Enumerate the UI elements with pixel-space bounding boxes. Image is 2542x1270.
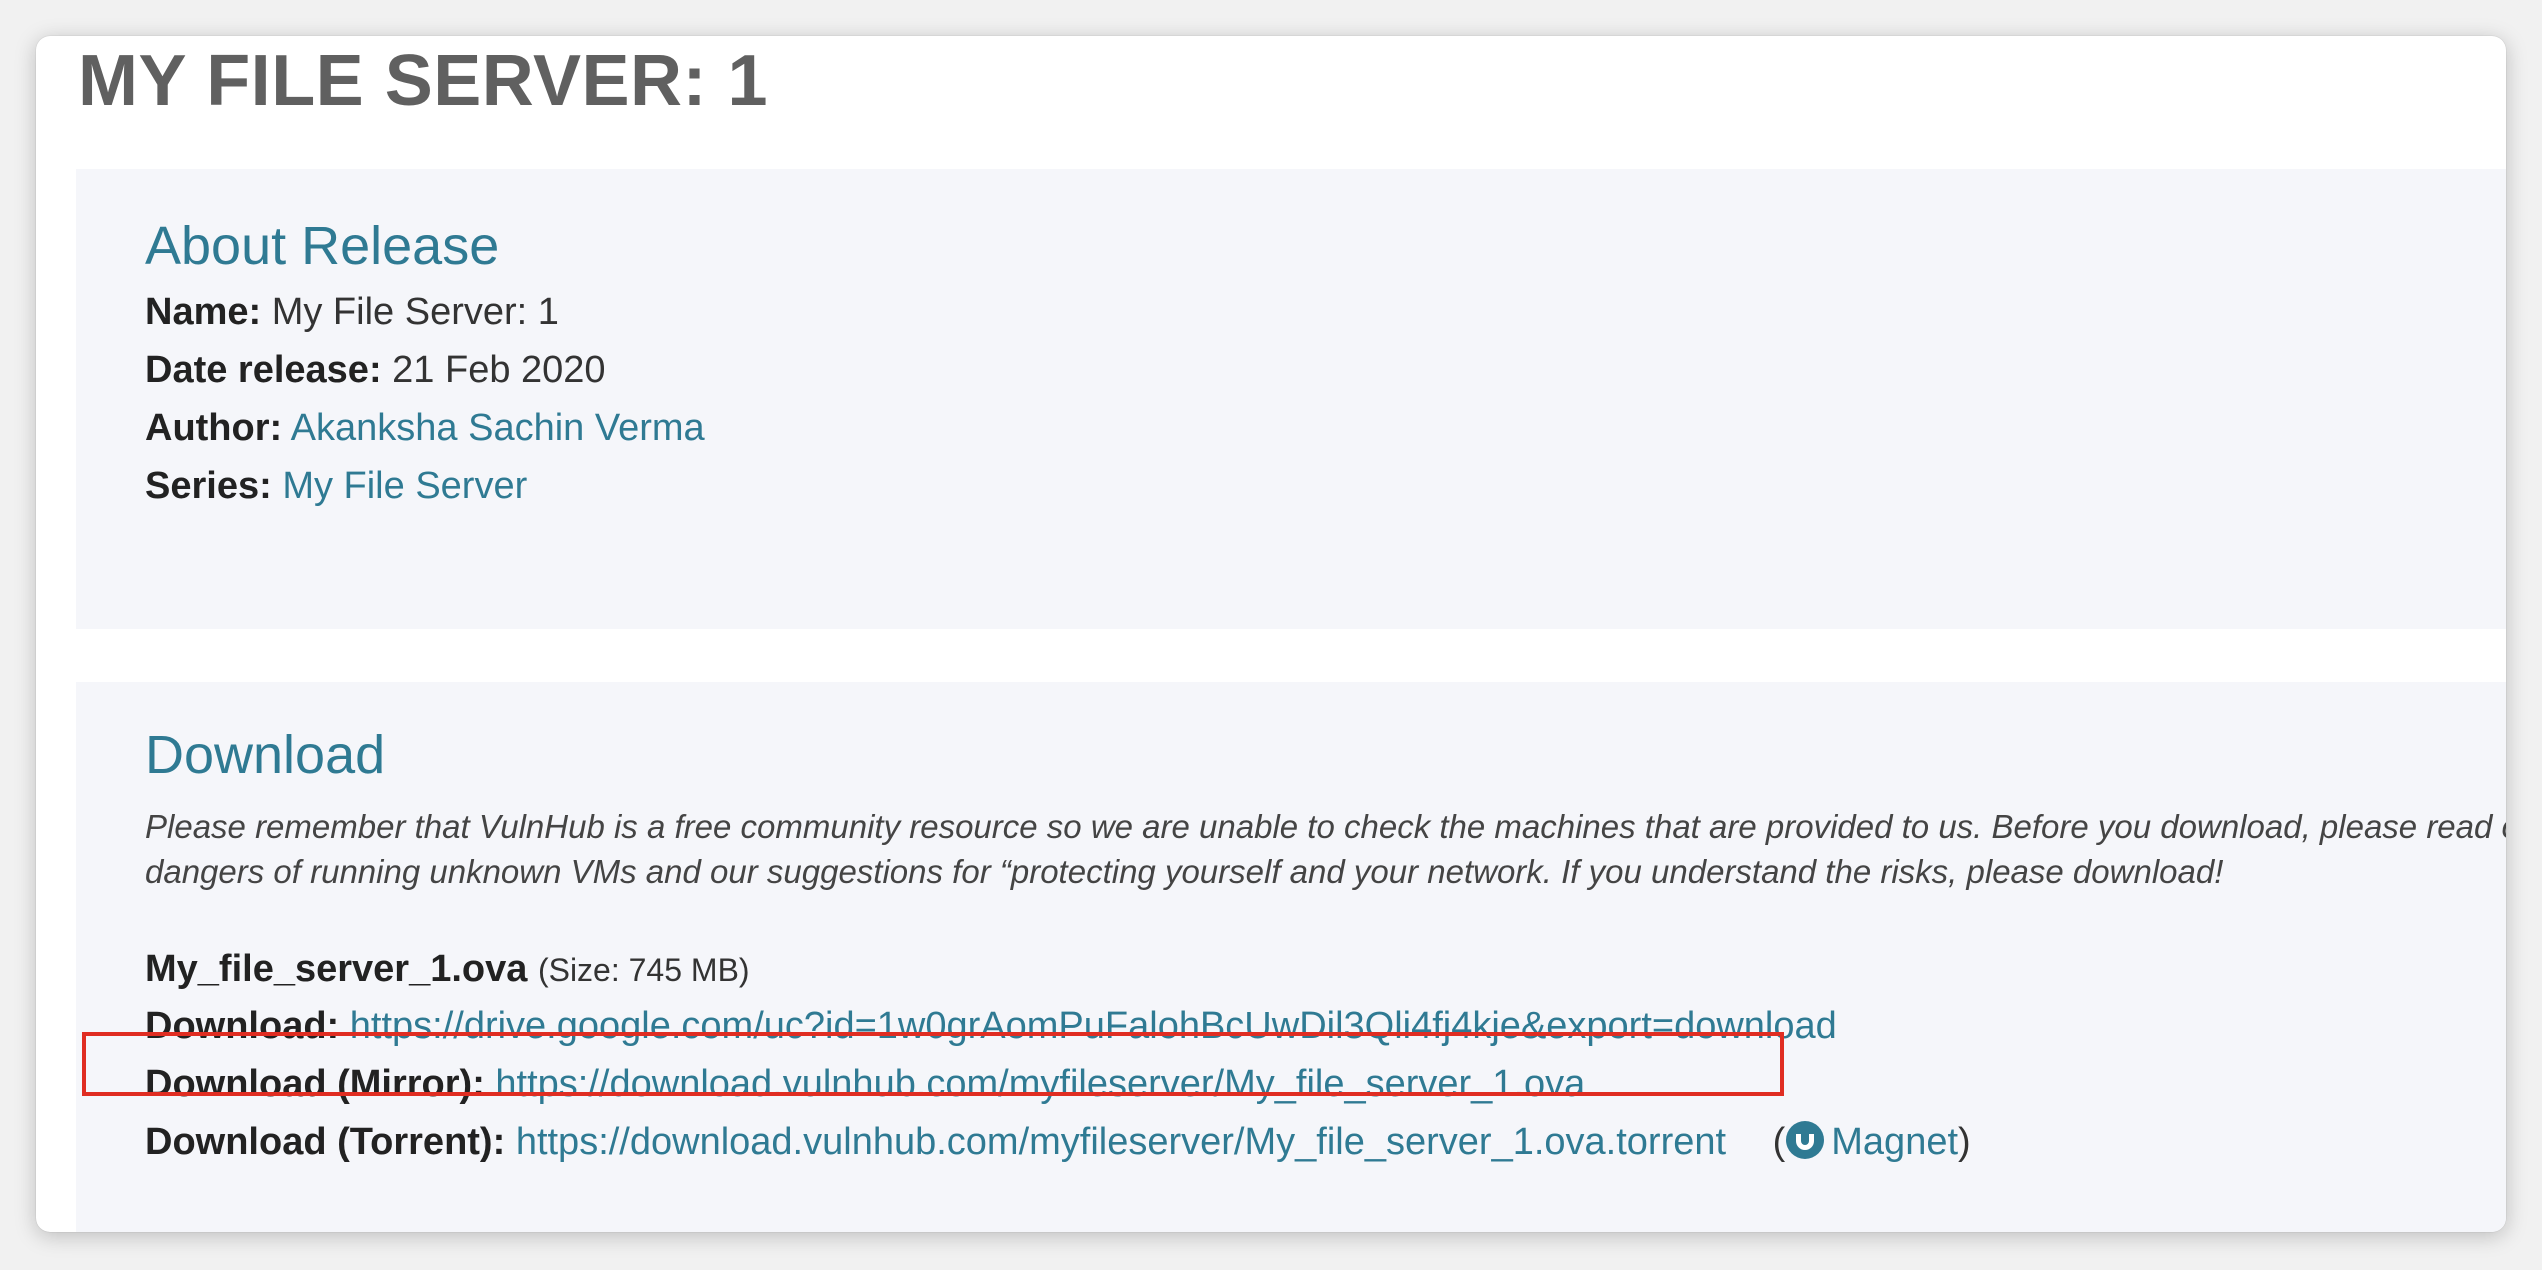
colon: : <box>269 407 283 449</box>
mirror-label: Download (Mirror) <box>145 1063 473 1105</box>
magnet-link[interactable]: Magnet <box>1785 1121 1958 1163</box>
download-notice: Please remember that VulnHub is a free c… <box>145 804 2506 894</box>
colon: : <box>492 1121 506 1163</box>
about-release-panel: About Release Name: My File Server: 1 Da… <box>76 169 2506 629</box>
release-date-row: Date release: 21 Feb 2020 <box>145 345 606 395</box>
colon: : <box>326 1005 340 1047</box>
author-label: Author <box>145 407 270 449</box>
colon: : <box>472 1063 485 1105</box>
series-row: Series: My File Server <box>145 461 527 511</box>
release-date-label: Date release <box>145 349 369 391</box>
download-link[interactable]: https://drive.google.com/uc?id=1w0grAomP… <box>350 1005 1837 1047</box>
download-notice-line-2: dangers of running unknown VMs and our s… <box>145 853 2224 890</box>
download-label: Download <box>145 1005 327 1047</box>
magnet-close-paren: ) <box>1958 1121 1971 1163</box>
magnet-icon <box>1785 1120 1825 1173</box>
release-date-value: 21 Feb 2020 <box>392 349 606 391</box>
file-name: My_file_server_1.ova <box>145 948 528 990</box>
download-notice-line-1: Please remember that VulnHub is a free c… <box>145 808 2506 845</box>
file-info-row: My_file_server_1.ova (Size: 745 MB) <box>145 944 750 995</box>
magnet-label: Magnet <box>1831 1121 1959 1163</box>
author-link[interactable]: Akanksha Sachin Verma <box>291 407 705 449</box>
page-title: MY FILE SERVER: 1 <box>78 41 769 121</box>
release-name-row: Name: My File Server: 1 <box>145 287 559 337</box>
series-link[interactable]: My File Server <box>282 465 527 507</box>
colon: : <box>259 465 272 507</box>
colon: : <box>248 291 262 333</box>
mirror-link[interactable]: https://download.vulnhub.com/myfileserve… <box>495 1063 1585 1105</box>
download-heading: Download <box>145 725 386 785</box>
release-name-label: Name <box>145 291 249 333</box>
release-name-value: My File Server: 1 <box>271 291 559 333</box>
magnet-open-paren: ( <box>1772 1121 1786 1163</box>
about-release-heading: About Release <box>145 216 500 276</box>
torrent-row: Download (Torrent): https://download.vul… <box>145 1117 1971 1173</box>
browser-window: MY FILE SERVER: 1 About Release Name: My… <box>36 36 2506 1232</box>
author-row: Author: Akanksha Sachin Verma <box>145 403 705 453</box>
torrent-link[interactable]: https://download.vulnhub.com/myfileserve… <box>516 1121 1726 1163</box>
download-panel: Download Please remember that VulnHub is… <box>76 682 2506 1232</box>
series-label: Series <box>145 465 260 507</box>
mirror-row: Download (Mirror): https://download.vuln… <box>145 1059 1585 1109</box>
download-row: Download: https://drive.google.com/uc?id… <box>145 1001 1837 1051</box>
colon: : <box>368 349 382 391</box>
torrent-label: Download (Torrent) <box>145 1121 493 1163</box>
file-size: (Size: 745 MB) <box>537 952 750 988</box>
